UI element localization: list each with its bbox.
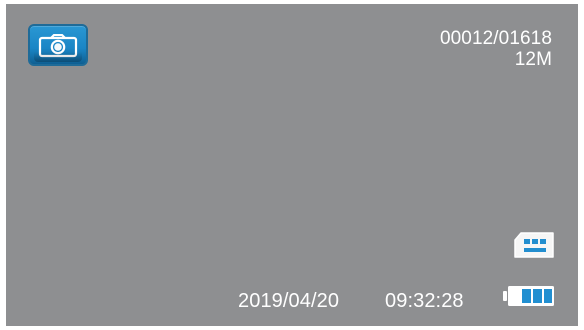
sd-card-icon [514,232,554,258]
image-resolution: 12M [514,49,552,70]
time-display: 09:32:28 [385,290,464,312]
shot-counter-panel: 00012/01618 12M [440,28,552,70]
battery-icon [503,286,554,306]
photo-mode-badge [28,24,88,66]
camera-viewfinder: 00012/01618 12M 2019/04/20 09:32:28 [6,4,578,326]
shot-counter: 00012/01618 [439,28,552,49]
date-display: 2019/04/20 [238,290,340,312]
camera-icon [38,34,78,58]
